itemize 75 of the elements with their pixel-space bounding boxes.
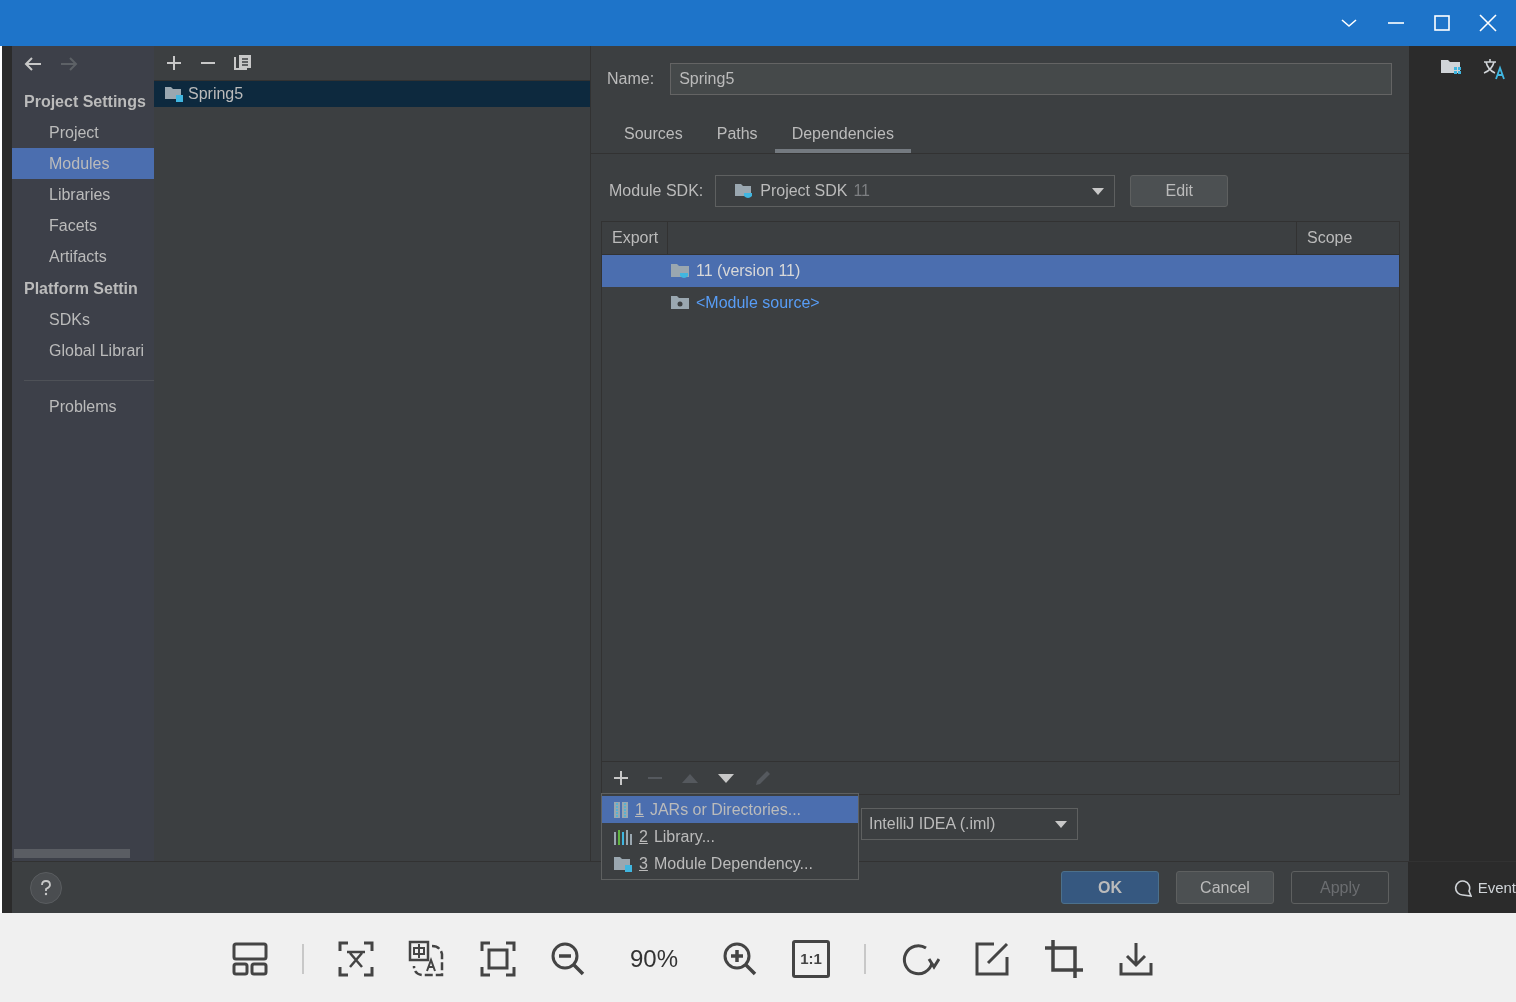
sidebar-item[interactable]: Facets [12, 210, 154, 241]
zoom-level: 90% [628, 944, 679, 973]
sidebar-item[interactable]: Global Librari [12, 335, 154, 366]
section-title: Platform Settin [23, 279, 139, 299]
dependency-name: <Module source> [696, 294, 820, 312]
dialog-button[interactable]: Cancel [1176, 871, 1274, 904]
edit-icon[interactable] [974, 940, 1010, 977]
menu-item[interactable]: 2 Library... [602, 823, 858, 850]
column-header[interactable]: Export [602, 222, 668, 254]
triangle-down-icon[interactable] [718, 773, 734, 783]
name-field[interactable]: Spring5 [670, 63, 1392, 95]
menu-item[interactable]: 3 Module Dependency... [602, 850, 858, 877]
sdk-version: 11 [853, 182, 870, 200]
actual-size-button[interactable]: 1:1 [792, 939, 830, 978]
menu-label: Module Dependency... [653, 854, 813, 873]
sidebar-item[interactable]: Problems [12, 391, 154, 422]
translate-icon[interactable] [1482, 58, 1506, 80]
module-item[interactable]: Spring5 [154, 81, 590, 107]
copy-icon[interactable] [234, 54, 252, 72]
text-scan-icon[interactable] [337, 940, 374, 977]
menu-number: 3 [639, 854, 648, 873]
tab[interactable]: Dependencies [774, 117, 911, 153]
translate-scan-icon[interactable] [407, 939, 446, 978]
dropdown-arrow-icon [1055, 820, 1067, 828]
module-folder-icon [164, 85, 184, 103]
minimize-icon[interactable] [1387, 21, 1405, 25]
tab[interactable]: Paths [699, 117, 775, 153]
sidebar-item[interactable]: SDKs [12, 304, 154, 335]
dialog-button[interactable]: OK [1061, 871, 1159, 904]
column-header[interactable]: Scope [1297, 222, 1399, 254]
module-name: Spring5 [188, 85, 244, 103]
chevron-down-icon[interactable] [1340, 17, 1358, 29]
crop-icon[interactable] [1044, 938, 1084, 979]
dependency-row[interactable]: 11 (version 11) [602, 255, 1399, 287]
help-icon [40, 879, 52, 896]
sdk-name: Project SDK [760, 182, 848, 200]
sidebar-item[interactable]: Libraries [12, 179, 154, 210]
folder-icon [670, 294, 690, 312]
menu-number: 1 [635, 800, 644, 819]
fit-screen-icon[interactable] [479, 940, 516, 977]
dependency-name: 11 (version 11) [696, 262, 801, 280]
menu-number: 2 [639, 827, 648, 846]
sdk-folder-icon [670, 262, 690, 280]
sdk-dropdown[interactable]: Project SDK 11 [715, 175, 1116, 207]
jar-icon [613, 800, 629, 819]
sidebar-item[interactable]: Project [12, 117, 154, 148]
event-label[interactable]: Event [1477, 879, 1516, 896]
sidebar-item[interactable]: Artifacts [12, 241, 154, 272]
add-icon[interactable] [614, 771, 628, 785]
close-icon[interactable] [1479, 14, 1497, 32]
menu-label: Library... [653, 827, 715, 846]
name-label: Name: [607, 70, 655, 88]
zoom-in-icon[interactable] [722, 940, 758, 977]
module-sdk-label: Module SDK: [609, 182, 704, 200]
maximize-icon[interactable] [1434, 15, 1450, 31]
layout-icon[interactable] [231, 940, 268, 977]
section-title: Project Settings [23, 92, 147, 112]
module-folder-icon [613, 854, 633, 873]
folder-icon[interactable] [1440, 58, 1462, 76]
scrollbar-thumb[interactable] [14, 849, 130, 858]
menu-label: JARs or Directories... [649, 800, 802, 819]
dropdown-arrow-icon [1092, 187, 1105, 195]
tab[interactable]: Sources [607, 117, 700, 153]
event-icon[interactable] [1453, 878, 1472, 897]
storage-format: IntelliJ IDEA (.iml) [869, 815, 996, 833]
zoom-out-icon[interactable] [549, 940, 586, 977]
library-bars-icon [613, 827, 633, 846]
back-arrow-icon[interactable] [24, 57, 42, 71]
help-button[interactable] [30, 871, 62, 904]
add-icon[interactable] [166, 55, 182, 71]
dependency-row[interactable]: <Module source> [602, 287, 1399, 319]
sdk-folder-icon [734, 182, 755, 200]
edit-button[interactable]: Edit [1130, 175, 1229, 207]
download-icon[interactable] [1118, 940, 1154, 977]
storage-format-dropdown[interactable]: IntelliJ IDEA (.iml) [861, 808, 1078, 840]
